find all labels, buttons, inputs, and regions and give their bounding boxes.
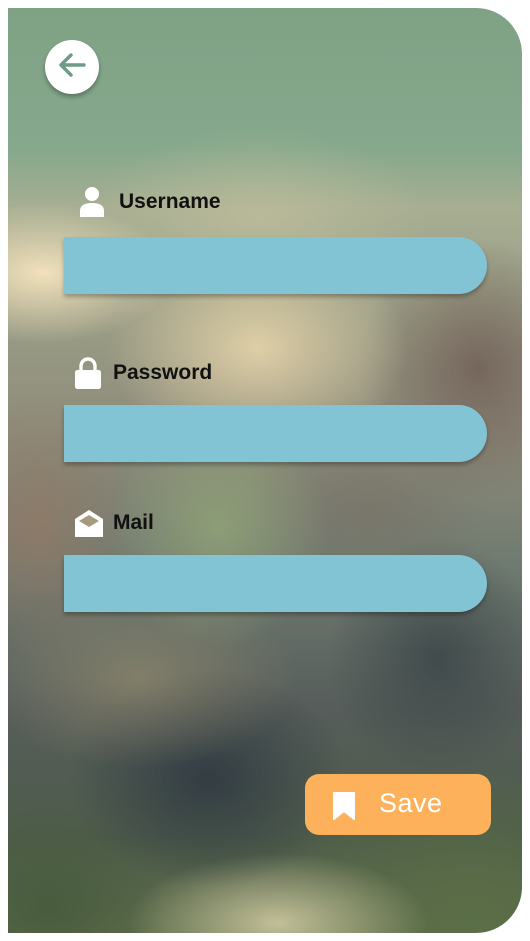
mail-label: Mail bbox=[113, 511, 154, 534]
mail-input[interactable] bbox=[64, 555, 487, 612]
back-button[interactable] bbox=[45, 40, 99, 94]
user-icon bbox=[79, 186, 105, 218]
save-button-label: Save bbox=[379, 788, 443, 818]
password-label: Password bbox=[113, 361, 213, 384]
mail-label-row: Mail bbox=[74, 508, 154, 538]
bookmark-icon bbox=[332, 791, 356, 825]
app-screen: Username Password Mail Save bbox=[8, 8, 522, 933]
password-label-row: Password bbox=[74, 356, 212, 390]
arrow-left-icon bbox=[57, 50, 87, 85]
username-input[interactable] bbox=[64, 237, 487, 294]
password-input[interactable] bbox=[64, 405, 487, 462]
username-label-row: Username bbox=[79, 186, 221, 218]
save-button[interactable]: Save bbox=[305, 774, 491, 835]
lock-icon bbox=[74, 356, 102, 390]
mail-icon bbox=[74, 508, 104, 538]
username-label: Username bbox=[119, 190, 221, 213]
